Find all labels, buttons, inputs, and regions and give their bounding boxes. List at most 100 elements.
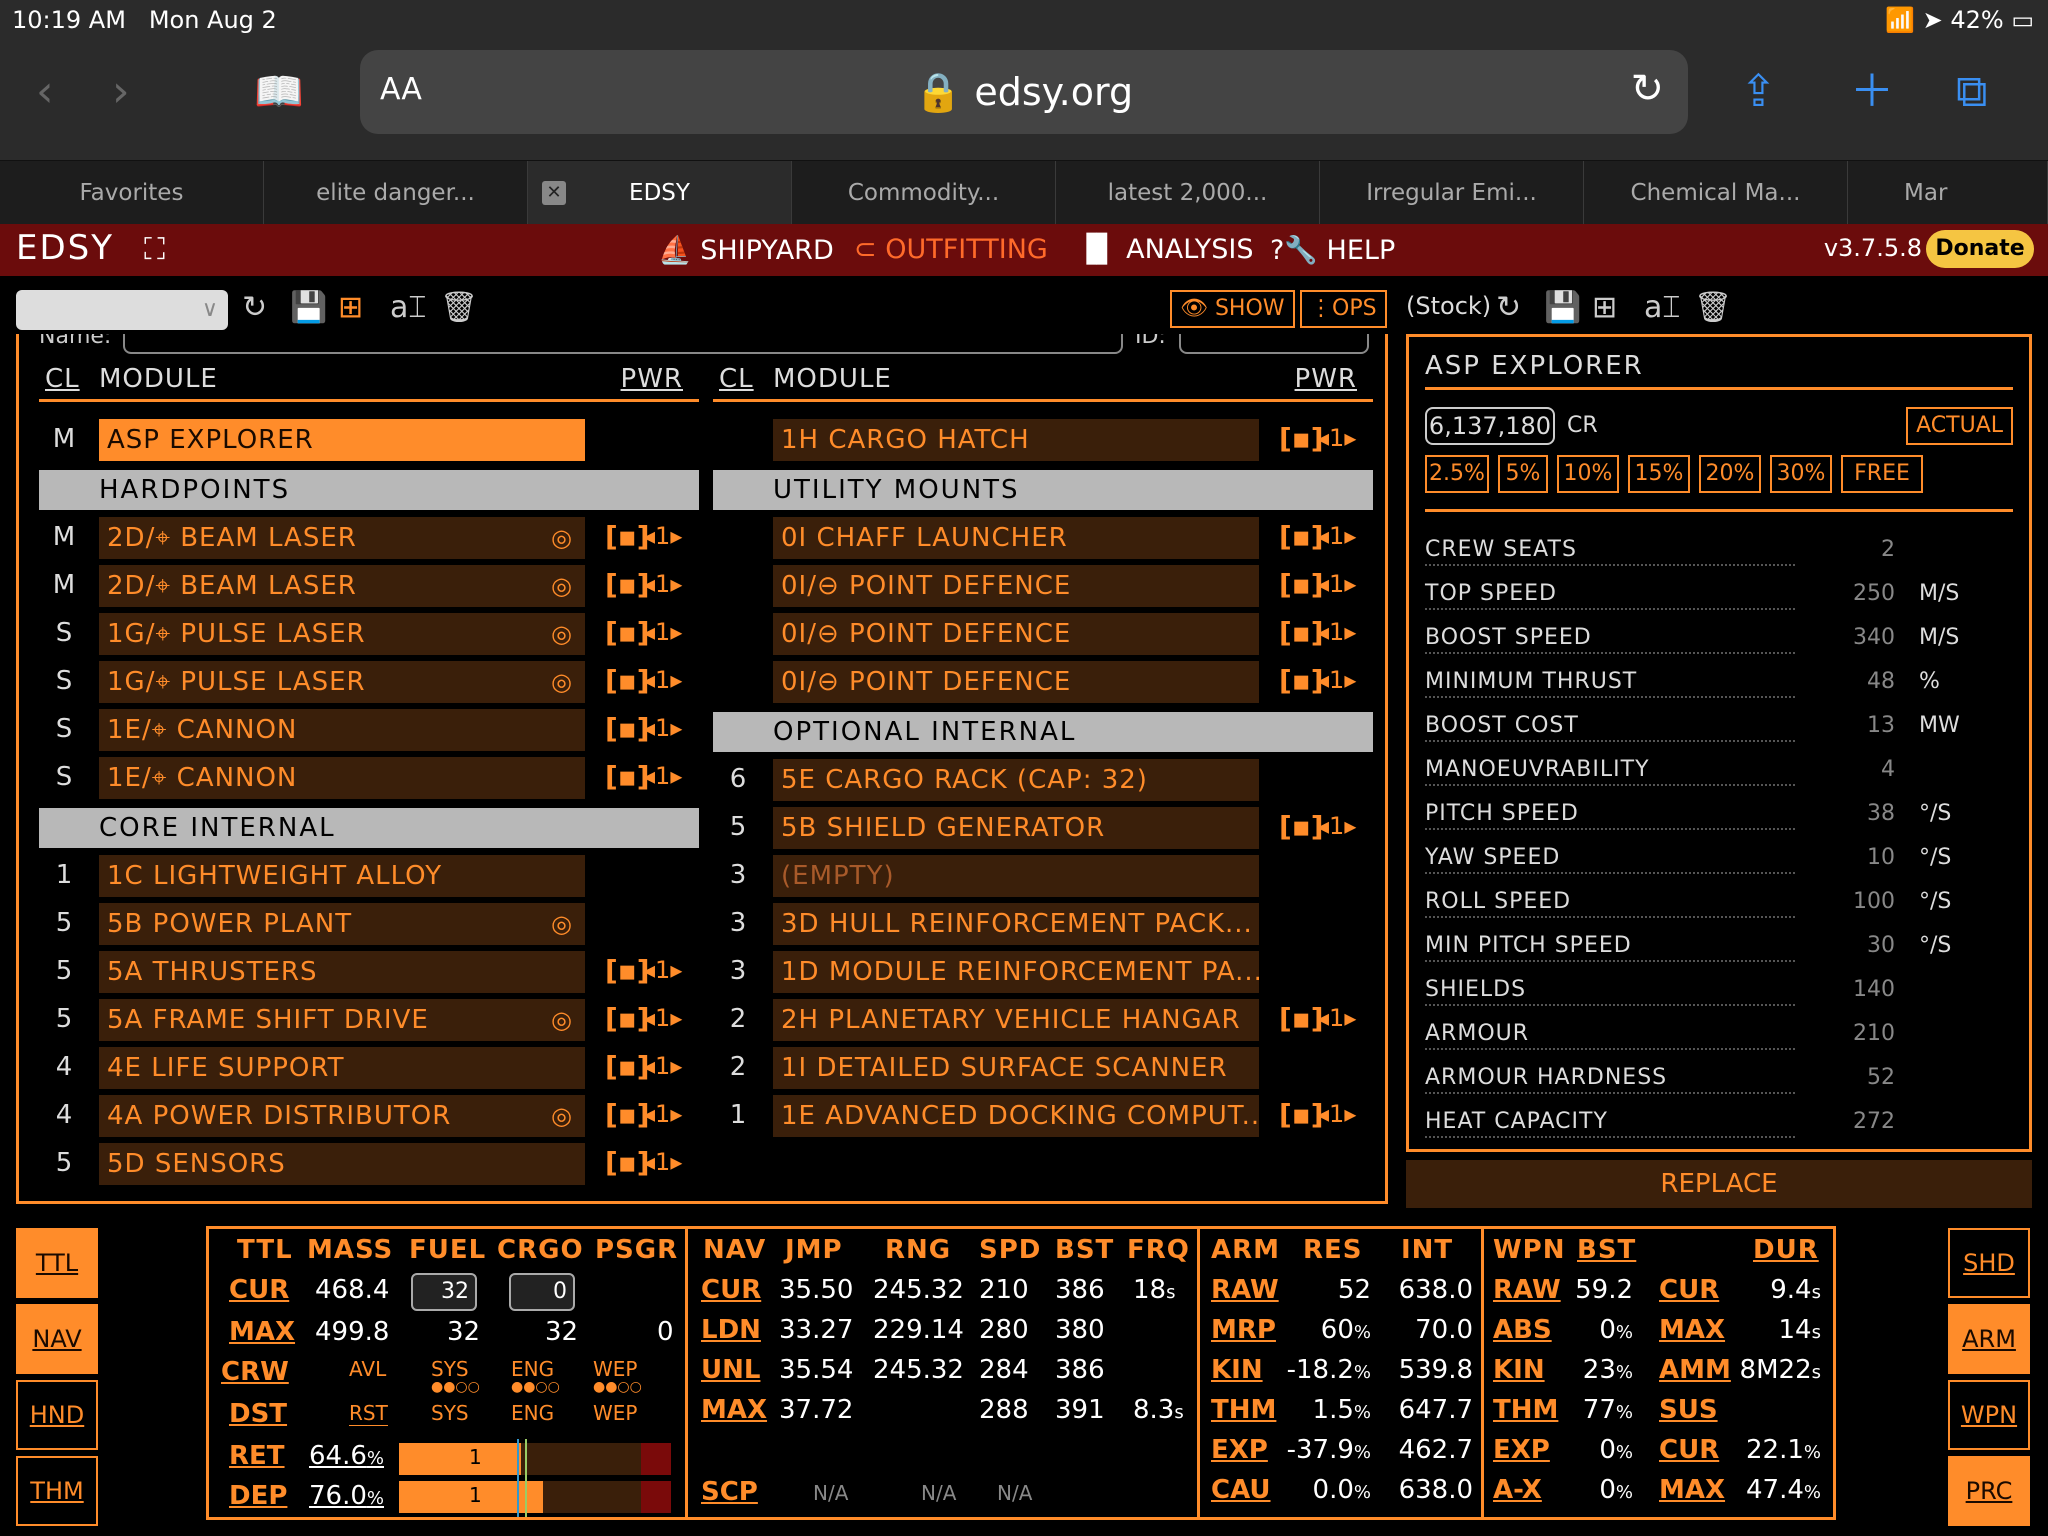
dst-label[interactable]: DST [229, 1399, 287, 1429]
engineering-icon[interactable]: ◎ [551, 524, 572, 552]
cost-field[interactable]: 6,137,180 [1425, 407, 1555, 445]
core-internal-row[interactable]: 4 4A POWER DISTRIBUTOR ◎ [▪] ◂1▸ [39, 1092, 699, 1140]
show-button[interactable]: 👁 SHOW [1170, 290, 1295, 328]
weapon-row-label[interactable]: ABS [1493, 1315, 1552, 1345]
discount-button[interactable]: 2.5% [1425, 455, 1489, 493]
weapon-row-label[interactable]: THM [1493, 1395, 1558, 1425]
browser-tab[interactable]: elite danger... [264, 161, 528, 225]
module-name[interactable]: 0I CHAFF LAUNCHER [773, 517, 1259, 559]
weapon-row-label[interactable]: RAW [1493, 1275, 1561, 1305]
side-tab-prc[interactable]: PRC [1948, 1456, 2030, 1526]
tabs-overview-icon[interactable]: ⧉ [1956, 66, 1987, 118]
optional-internal-row[interactable]: 5 5B SHIELD GENERATOR [▪] ◂1▸ [713, 804, 1373, 852]
name-input[interactable] [123, 334, 1123, 354]
browser-tab[interactable]: Chemical Ma... [1584, 161, 1848, 225]
module-name[interactable]: 4A POWER DISTRIBUTOR [99, 1095, 585, 1137]
nav-row-label[interactable]: LDN [701, 1315, 761, 1345]
armour-row-label[interactable]: RAW [1211, 1275, 1279, 1305]
utility-row[interactable]: 0I/⊖ POINT DEFENCE [▪] ◂1▸ [713, 610, 1373, 658]
fullscreen-icon[interactable]: ⛶ [144, 232, 165, 267]
ship-name[interactable]: ASP EXPLORER [99, 419, 585, 461]
hardpoint-row[interactable]: S 1G/⌖ PULSE LASER ◎ [▪] ◂1▸ [39, 658, 699, 706]
weapon-duration-label[interactable]: MAX [1659, 1315, 1725, 1345]
priority-selector[interactable]: ◂1▸ [643, 1052, 682, 1080]
optional-internal-row[interactable]: 2 2H PLANETARY VEHICLE HANGAR [▪] ◂1▸ [713, 996, 1373, 1044]
weapon-duration-label[interactable]: SUS [1659, 1395, 1718, 1425]
module-name[interactable]: 1I DETAILED SURFACE SCANNER [773, 1047, 1259, 1089]
priority-selector[interactable]: ◂1▸ [1317, 812, 1356, 840]
module-name[interactable]: 1C LIGHTWEIGHT ALLOY [99, 855, 585, 897]
reload-stock-icon[interactable]: ↻ [1496, 290, 1521, 325]
weapon-duration-label[interactable]: CUR [1659, 1435, 1719, 1465]
utility-row[interactable]: 0I/⊖ POINT DEFENCE [▪] ◂1▸ [713, 562, 1373, 610]
module-name[interactable]: 1G/⌖ PULSE LASER [99, 661, 585, 703]
optional-internal-row[interactable]: 6 5E CARGO RACK (CAP: 32) [713, 756, 1373, 804]
core-internal-row[interactable]: 4 4E LIFE SUPPORT [▪] ◂1▸ [39, 1044, 699, 1092]
priority-selector[interactable]: ◂1▸ [643, 956, 682, 984]
delete-icon[interactable]: 🗑 [440, 290, 478, 325]
crew-label[interactable]: CRW [221, 1357, 289, 1387]
priority-selector[interactable]: ◂1▸ [1317, 570, 1356, 598]
reload-build-icon[interactable]: ↻ [242, 290, 267, 325]
module-name[interactable]: 0I/⊖ POINT DEFENCE [773, 565, 1259, 607]
core-internal-row[interactable]: 5 5B POWER PLANT ◎ [39, 900, 699, 948]
nav-row-label[interactable]: MAX [701, 1395, 767, 1425]
module-name[interactable]: 1D MODULE REINFORCEMENT PA... [773, 951, 1259, 993]
optional-internal-row[interactable]: 3 (EMPTY) [713, 852, 1373, 900]
browser-tab[interactable]: Favorites [0, 161, 264, 225]
priority-selector[interactable]: ◂1▸ [1317, 424, 1356, 452]
side-tab-thm[interactable]: THM [16, 1456, 98, 1526]
save-icon[interactable]: 💾 [290, 290, 327, 325]
priority-selector[interactable]: ◂1▸ [643, 1100, 682, 1128]
engineering-icon[interactable]: ◎ [551, 1102, 572, 1130]
priority-selector[interactable]: ◂1▸ [1317, 666, 1356, 694]
weapon-row-label[interactable]: A-X [1493, 1475, 1542, 1505]
discount-button[interactable]: 20% [1699, 455, 1761, 493]
side-tab-nav[interactable]: NAV [16, 1304, 98, 1374]
optional-internal-row[interactable]: 3 3D HULL REINFORCEMENT PACK... [713, 900, 1373, 948]
cargo-input[interactable]: 0 [509, 1273, 575, 1311]
priority-selector[interactable]: ◂1▸ [643, 1004, 682, 1032]
armour-row-label[interactable]: MRP [1211, 1315, 1276, 1345]
module-name[interactable]: 5B POWER PLANT [99, 903, 585, 945]
back-icon[interactable]: ‹ [36, 66, 54, 118]
fuel-input[interactable]: 32 [411, 1273, 477, 1311]
hardpoint-row[interactable]: S 1E/⌖ CANNON [▪] ◂1▸ [39, 706, 699, 754]
armour-row-label[interactable]: CAU [1211, 1475, 1271, 1505]
id-input[interactable] [1179, 334, 1369, 354]
save-stock-icon[interactable]: 💾 [1544, 290, 1581, 325]
module-name[interactable]: 5B SHIELD GENERATOR [773, 807, 1259, 849]
weapon-row-label[interactable]: EXP [1493, 1435, 1550, 1465]
browser-tab[interactable]: Irregular Emi... [1320, 161, 1584, 225]
discount-button[interactable]: 10% [1557, 455, 1619, 493]
optional-internal-row[interactable]: 3 1D MODULE REINFORCEMENT PA... [713, 948, 1373, 996]
replace-button[interactable]: REPLACE [1406, 1160, 2032, 1208]
weapon-duration-label[interactable]: MAX [1659, 1475, 1725, 1505]
forward-icon[interactable]: › [112, 66, 130, 118]
module-name[interactable]: 2H PLANETARY VEHICLE HANGAR [773, 999, 1259, 1041]
rename-icon[interactable]: a⌶ [390, 290, 426, 325]
nav-row-label[interactable]: UNL [701, 1355, 760, 1385]
module-name[interactable]: 1E/⌖ CANNON [99, 757, 585, 799]
engineering-icon[interactable]: ◎ [551, 620, 572, 648]
hardpoint-row[interactable]: S 1G/⌖ PULSE LASER ◎ [▪] ◂1▸ [39, 610, 699, 658]
module-name[interactable]: 0I/⊖ POINT DEFENCE [773, 661, 1259, 703]
module-name[interactable]: 1G/⌖ PULSE LASER [99, 613, 585, 655]
actual-button[interactable]: ACTUAL [1906, 407, 2013, 445]
delete-stock-icon[interactable]: 🗑 [1694, 290, 1732, 325]
module-name[interactable]: 5E CARGO RACK (CAP: 32) [773, 759, 1259, 801]
priority-selector[interactable]: ◂1▸ [643, 522, 682, 550]
ship-row[interactable]: M ASP EXPLORER [39, 416, 699, 464]
module-name[interactable]: 5A THRUSTERS [99, 951, 585, 993]
armour-row-label[interactable]: EXP [1211, 1435, 1268, 1465]
weapon-duration-label[interactable]: AMM [1659, 1355, 1731, 1385]
engineering-icon[interactable]: ◎ [551, 668, 572, 696]
armour-row-label[interactable]: THM [1211, 1395, 1276, 1425]
module-name[interactable]: 3D HULL REINFORCEMENT PACK... [773, 903, 1259, 945]
close-tab-icon[interactable]: ✕ [542, 181, 566, 205]
donate-button[interactable]: Donate [1926, 230, 2034, 268]
rst-button[interactable]: RST [349, 1401, 388, 1426]
utility-row[interactable]: 0I/⊖ POINT DEFENCE [▪] ◂1▸ [713, 658, 1373, 706]
priority-selector[interactable]: ◂1▸ [1317, 1100, 1356, 1128]
module-name[interactable]: 4E LIFE SUPPORT [99, 1047, 585, 1089]
